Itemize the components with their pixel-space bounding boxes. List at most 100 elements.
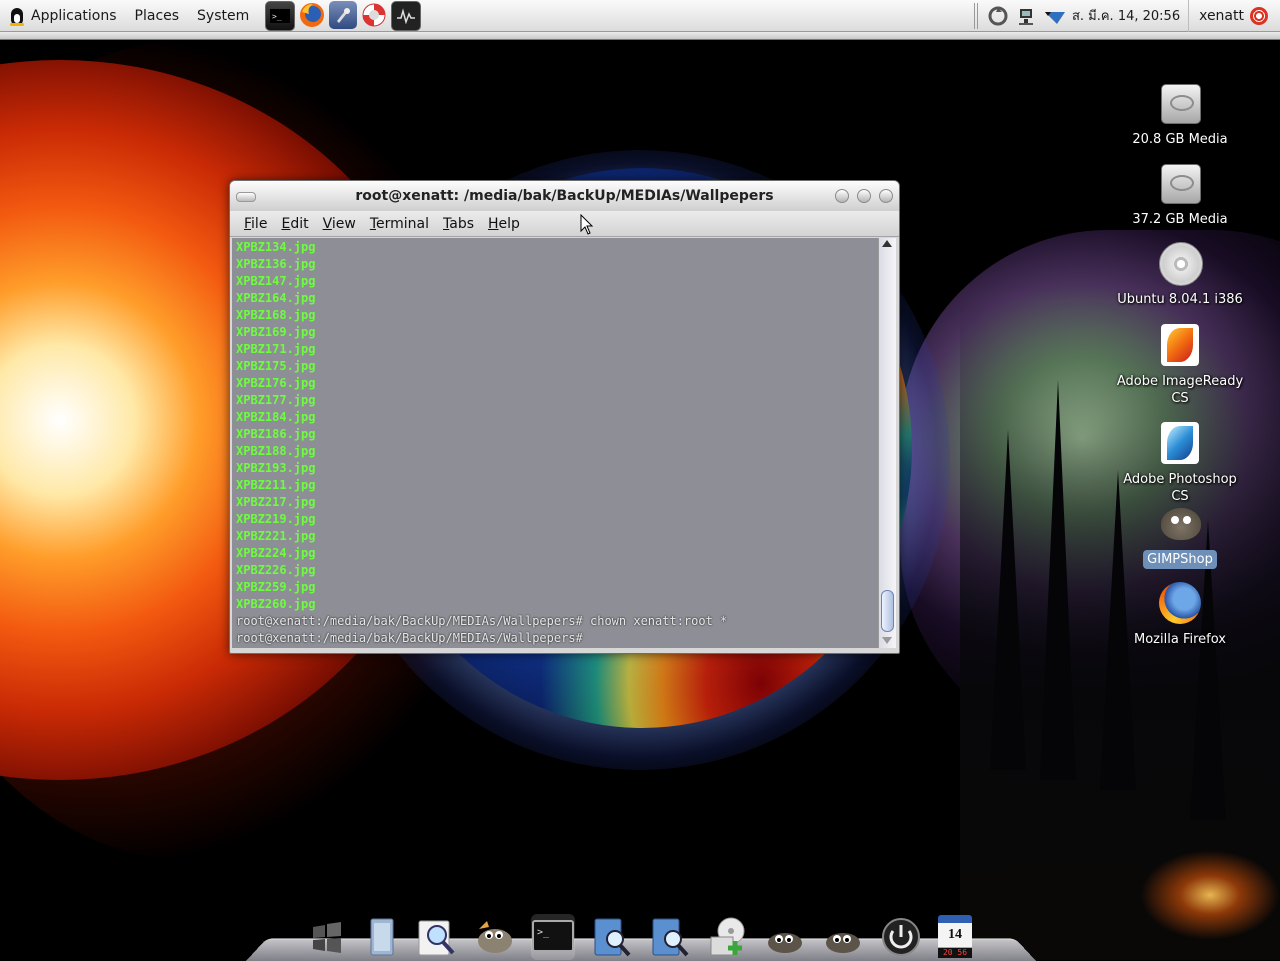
minimize-button[interactable] (835, 189, 849, 203)
help-lifebuoy-icon[interactable] (360, 1, 388, 29)
terminal-prompt-line: root@xenatt:/media/bak/BackUp/MEDIAs/Wal… (236, 631, 583, 645)
menu-edit[interactable]: Edit (274, 216, 315, 232)
system-monitor-icon[interactable] (391, 0, 422, 31)
terminal-line: XPBZ136.jpg (236, 257, 316, 271)
terminal-output[interactable]: XPBZ134.jpg XPBZ136.jpg XPBZ147.jpg XPBZ… (232, 238, 878, 648)
power-icon[interactable] (879, 914, 923, 960)
terminal-line: XPBZ184.jpg (236, 410, 316, 424)
terminal-icon[interactable]: >_ (265, 0, 296, 31)
terminal-window[interactable]: root@xenatt: /media/bak/BackUp/MEDIAs/Wa… (229, 180, 900, 654)
gimp-icon (1157, 500, 1203, 546)
svg-text:>_: >_ (537, 927, 550, 938)
window-titlebar[interactable]: root@xenatt: /media/bak/BackUp/MEDIAs/Wa… (230, 181, 899, 211)
terminal-line: XPBZ219.jpg (236, 512, 316, 526)
terminal-line: XPBZ260.jpg (236, 597, 316, 611)
desktop-icon-drive-20gb[interactable]: 20.8 GB Media (1110, 80, 1250, 149)
terminal-line: XPBZ217.jpg (236, 495, 316, 509)
tree-silhouette (1040, 380, 1076, 780)
panel-launchers: >_ (262, 0, 422, 31)
menu-file[interactable]: File (237, 216, 274, 232)
desktop-icon-label: Adobe ImageReady CS (1116, 374, 1244, 406)
volume-icon[interactable] (1043, 5, 1065, 27)
photoshop-icon (1157, 420, 1203, 466)
gimp-icon[interactable] (473, 914, 517, 960)
terminal-line: XPBZ164.jpg (236, 291, 316, 305)
panel-separator (973, 2, 980, 29)
user-switcher[interactable]: xenatt (1188, 0, 1280, 32)
network-icon[interactable] (1015, 5, 1037, 27)
desktop-icon-photoshop[interactable]: Adobe Photoshop CS (1110, 420, 1250, 506)
firefox-icon (1157, 580, 1203, 626)
dock: >_ 14 20 56 (300, 904, 980, 960)
terminal-line: XPBZ171.jpg (236, 342, 316, 356)
gimp-icon[interactable] (763, 914, 807, 960)
window-list-bar (0, 32, 1280, 40)
terminal-line: XPBZ224.jpg (236, 546, 316, 560)
search-icon[interactable] (415, 914, 459, 960)
finder-search-icon[interactable] (647, 914, 691, 960)
terminal-line: XPBZ221.jpg (236, 529, 316, 543)
username-label: xenatt (1199, 7, 1244, 24)
applications-menu-label: Applications (31, 7, 117, 24)
terminal-line: XPBZ176.jpg (236, 376, 316, 390)
tree-silhouette (990, 430, 1026, 770)
menu-help[interactable]: Help (481, 216, 527, 232)
terminal-command-line: root@xenatt:/media/bak/BackUp/MEDIAs/Wal… (236, 614, 728, 628)
calendar-day: 14 (938, 923, 972, 947)
gimp-icon[interactable] (821, 914, 865, 960)
hard-drive-icon (1157, 160, 1203, 206)
terminal-menubar: File Edit View Terminal Tabs Help (230, 211, 899, 237)
desktop-icon-label: Mozilla Firefox (1134, 632, 1226, 647)
desktop-icon-label: 37.2 GB Media (1132, 212, 1228, 227)
top-panel: Applications Places System >_ ส. มี.ค. 1… (0, 0, 1280, 32)
close-button[interactable] (879, 189, 893, 203)
system-menu[interactable]: System (188, 0, 258, 32)
desktop-icon-label: 20.8 GB Media (1132, 132, 1228, 147)
menu-tabs[interactable]: Tabs (436, 216, 481, 232)
desktop-icon-ubuntu-cd[interactable]: Ubuntu 8.04.1 i386 (1110, 240, 1250, 309)
desktop-icon-drive-37gb[interactable]: 37.2 GB Media (1110, 160, 1250, 229)
panel-clock[interactable]: ส. มี.ค. 14, 20:56 (1068, 5, 1188, 26)
desktop-icon-label: Ubuntu 8.04.1 i386 (1117, 292, 1243, 307)
window-title: root@xenatt: /media/bak/BackUp/MEDIAs/Wa… (355, 188, 774, 204)
scroll-down-arrow-icon[interactable] (882, 637, 892, 644)
install-disc-icon[interactable] (705, 914, 749, 960)
terminal-line: XPBZ186.jpg (236, 427, 316, 441)
menu-view[interactable]: View (316, 216, 363, 232)
places-menu[interactable]: Places (126, 0, 189, 32)
hard-drive-icon (1157, 80, 1203, 126)
maximize-button[interactable] (857, 189, 871, 203)
terminal-line: XPBZ177.jpg (236, 393, 316, 407)
terminal-line: XPBZ188.jpg (236, 444, 316, 458)
desktop-icon-firefox[interactable]: Mozilla Firefox (1110, 580, 1250, 649)
cd-icon (1157, 240, 1203, 286)
finder-search-icon[interactable] (589, 914, 633, 960)
terminal-line: XPBZ134.jpg (236, 240, 316, 254)
desktop-icon-label: GIMPShop (1143, 550, 1217, 569)
terminal-icon[interactable]: >_ (531, 914, 575, 960)
desktop-icon-imageready[interactable]: Adobe ImageReady CS (1110, 322, 1250, 408)
window-menu-button[interactable] (236, 192, 256, 202)
applications-menu[interactable]: Applications (0, 0, 126, 32)
terminal-line: XPBZ211.jpg (236, 478, 316, 492)
campfire-glow (1140, 850, 1280, 940)
shutdown-icon[interactable] (1250, 6, 1268, 25)
system-menu-label: System (197, 7, 250, 24)
firefox-icon[interactable] (298, 1, 326, 29)
terminal-line: XPBZ175.jpg (236, 359, 316, 373)
terminal-line: XPBZ147.jpg (236, 274, 316, 288)
terminal-line: XPBZ169.jpg (236, 325, 316, 339)
system-settings-icon[interactable] (329, 0, 358, 29)
system-tray: ส. มี.ค. 14, 20:56 xenatt (984, 0, 1280, 32)
calendar-icon[interactable]: 14 20 56 (937, 914, 973, 960)
terminal-scrollbar[interactable] (878, 238, 896, 648)
desktop-icon-gimpshop[interactable]: GIMPShop (1110, 500, 1250, 569)
folder-icon[interactable] (361, 914, 401, 960)
scroll-up-arrow-icon[interactable] (882, 240, 892, 247)
windows-icon[interactable] (307, 914, 347, 960)
menu-terminal[interactable]: Terminal (363, 216, 436, 232)
terminal-line: XPBZ193.jpg (236, 461, 316, 475)
scrollbar-thumb[interactable] (881, 590, 894, 632)
ubuntu-tux-icon (9, 6, 25, 26)
update-notifier-icon[interactable] (987, 5, 1009, 27)
